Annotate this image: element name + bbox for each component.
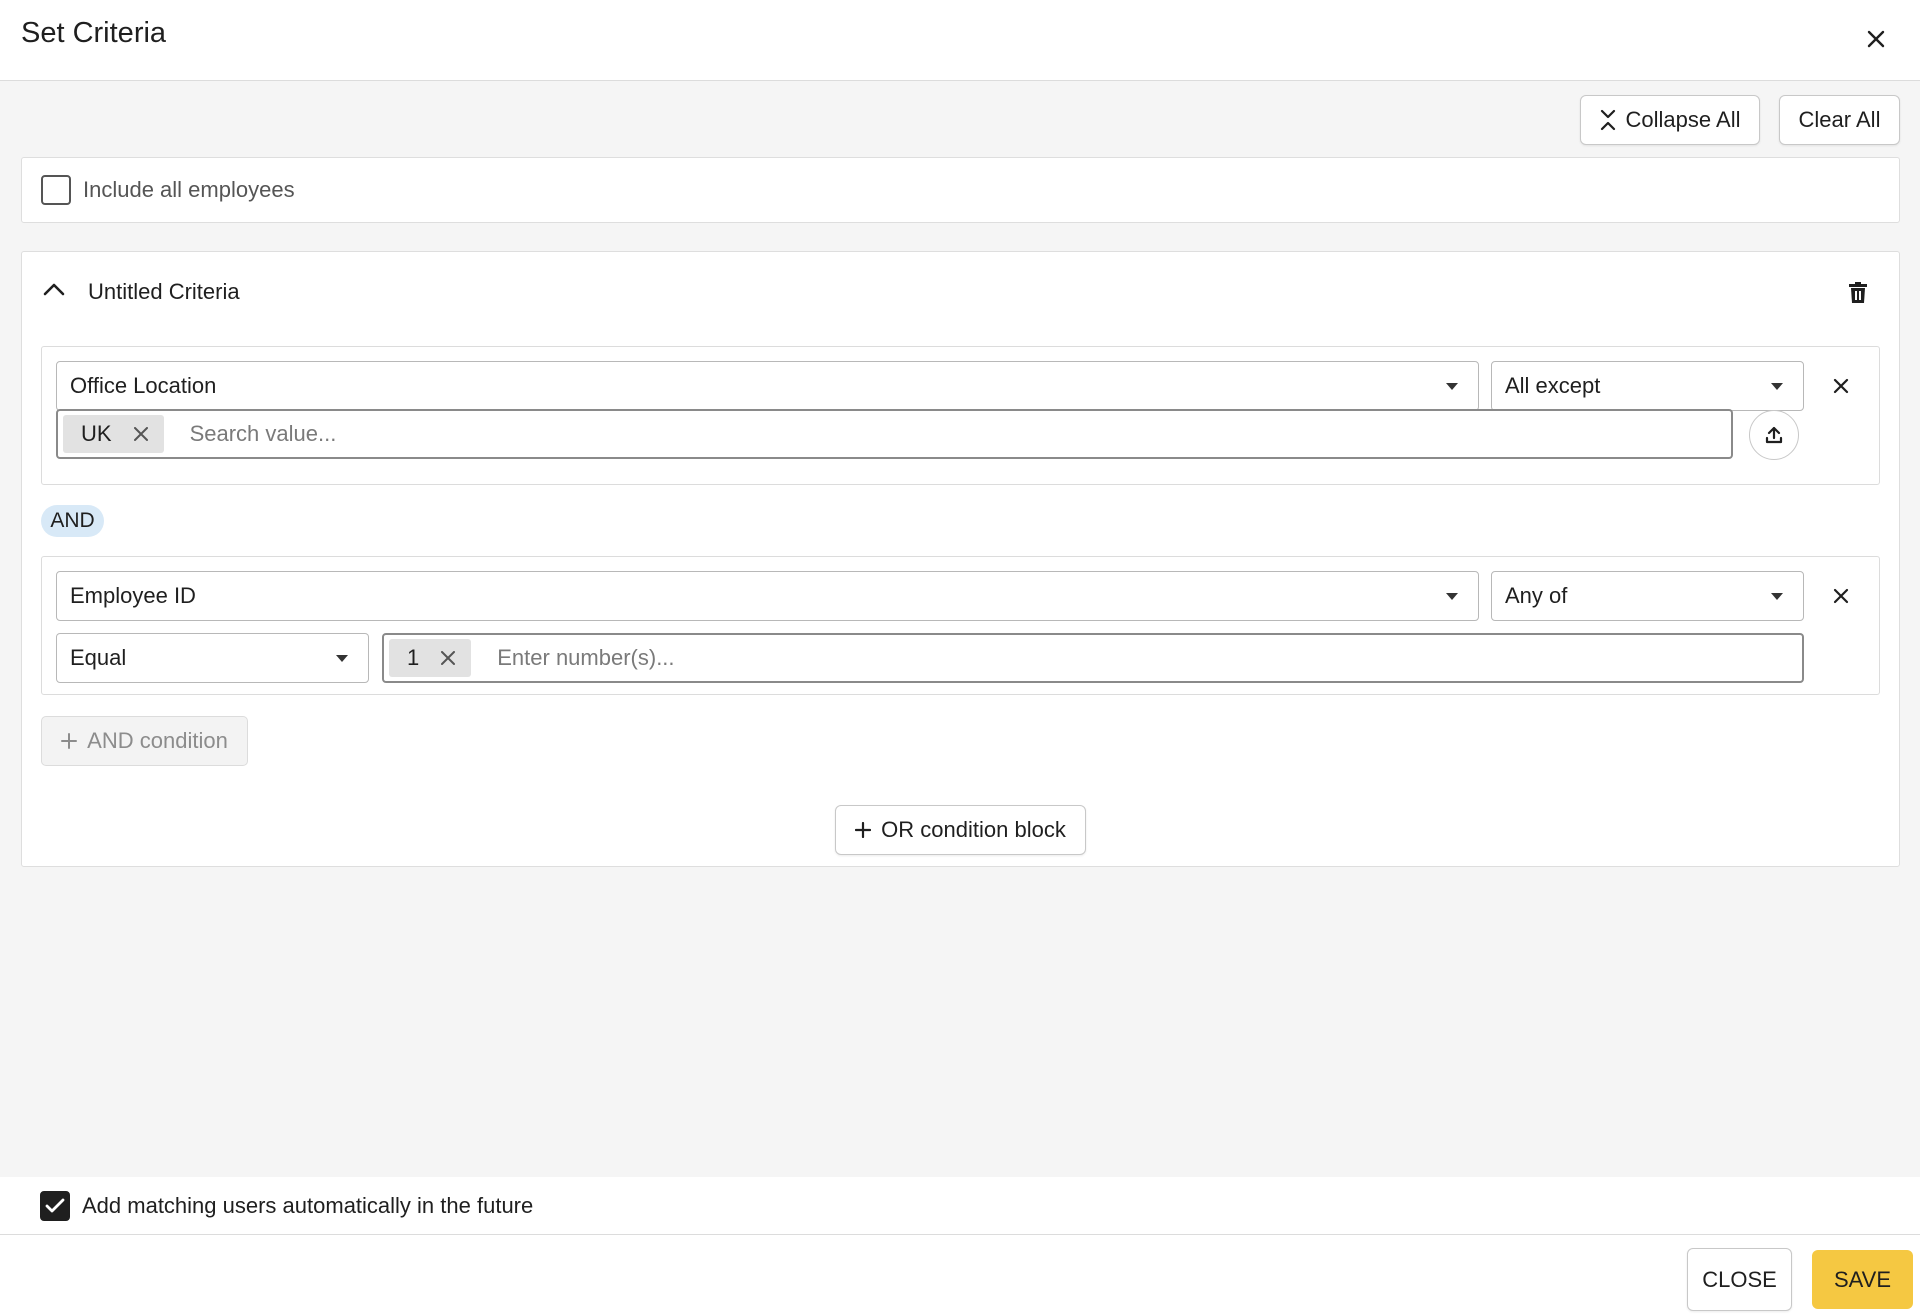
auto-add-checkbox[interactable] xyxy=(40,1190,70,1221)
delete-criteria-button[interactable] xyxy=(1842,276,1874,310)
clear-all-label: Clear All xyxy=(1798,107,1881,132)
and-connector-badge: AND xyxy=(41,505,104,537)
operator-select-value: All except xyxy=(1505,373,1601,398)
collapse-icon xyxy=(1600,109,1615,131)
caret-down-icon xyxy=(1446,383,1458,390)
add-or-block-button[interactable]: OR condition block xyxy=(835,805,1086,855)
operator-select[interactable]: All except xyxy=(1491,361,1804,411)
condition-row: Office Location All except UK xyxy=(41,346,1880,485)
caret-down-icon xyxy=(336,655,348,662)
field-select-value: Office Location xyxy=(70,373,217,398)
include-all-label: Include all employees xyxy=(83,177,295,202)
caret-down-icon xyxy=(1771,593,1783,600)
collapse-criteria-button[interactable] xyxy=(36,274,72,304)
criteria-title: Untitled Criteria xyxy=(88,279,240,304)
comparator-select-value: Equal xyxy=(70,645,127,670)
condition-row: Employee ID Any of Equal 1 xyxy=(41,556,1880,695)
field-select[interactable]: Office Location xyxy=(56,361,1479,411)
auto-add-label: Add matching users automatically in the … xyxy=(82,1192,534,1218)
plus-icon xyxy=(855,822,872,838)
collapse-all-button[interactable]: Collapse All xyxy=(1580,95,1760,145)
dialog-header: Set Criteria xyxy=(0,0,1920,81)
dialog-title: Set Criteria xyxy=(21,17,167,49)
save-button[interactable]: SAVE xyxy=(1812,1250,1913,1309)
number-input[interactable] xyxy=(497,638,1802,678)
close-icon xyxy=(441,651,456,665)
value-chip: UK xyxy=(63,415,164,453)
search-value-input[interactable] xyxy=(189,414,1731,454)
field-select-value: Employee ID xyxy=(70,583,196,608)
remove-condition-button[interactable] xyxy=(1821,366,1861,406)
close-icon xyxy=(1867,30,1885,48)
operator-select-value: Any of xyxy=(1505,583,1568,608)
chevron-up-icon xyxy=(43,283,65,296)
chip-label: UK xyxy=(81,421,112,446)
remove-condition-button[interactable] xyxy=(1821,576,1861,616)
auto-add-row: Add matching users automatically in the … xyxy=(0,1177,1920,1235)
include-all-row: Include all employees xyxy=(21,157,1900,223)
add-or-block-label: OR condition block xyxy=(881,817,1066,842)
close-icon xyxy=(1833,588,1849,604)
upload-values-button[interactable] xyxy=(1749,410,1799,460)
field-select[interactable]: Employee ID xyxy=(56,571,1479,621)
add-and-condition-button[interactable]: AND condition xyxy=(41,716,248,766)
checkmark-icon xyxy=(45,1198,65,1212)
caret-down-icon xyxy=(1771,383,1783,390)
comparator-select[interactable]: Equal xyxy=(56,633,369,683)
upload-icon xyxy=(1765,426,1783,444)
remove-chip-button[interactable] xyxy=(132,425,150,443)
close-icon xyxy=(133,427,148,441)
remove-chip-button[interactable] xyxy=(439,649,457,667)
collapse-all-label: Collapse All xyxy=(1625,107,1741,132)
close-button[interactable]: CLOSE xyxy=(1687,1248,1792,1311)
close-icon xyxy=(1833,378,1849,394)
dialog-footer: CLOSE SAVE xyxy=(0,1235,1920,1315)
include-all-checkbox[interactable] xyxy=(41,175,71,205)
plus-icon xyxy=(61,733,78,749)
value-chip: 1 xyxy=(389,639,472,677)
chip-label: 1 xyxy=(407,645,420,670)
operator-select[interactable]: Any of xyxy=(1491,571,1804,621)
dialog-content: Collapse All Clear All Include all emplo… xyxy=(0,81,1920,1177)
caret-down-icon xyxy=(1446,593,1458,600)
close-dialog-button[interactable] xyxy=(1857,20,1895,58)
number-tag-input[interactable]: 1 xyxy=(382,633,1804,683)
clear-all-button[interactable]: Clear All xyxy=(1779,95,1900,145)
add-and-condition-label: AND condition xyxy=(87,728,228,753)
trash-icon xyxy=(1849,282,1867,303)
value-tag-input[interactable]: UK xyxy=(56,409,1733,459)
